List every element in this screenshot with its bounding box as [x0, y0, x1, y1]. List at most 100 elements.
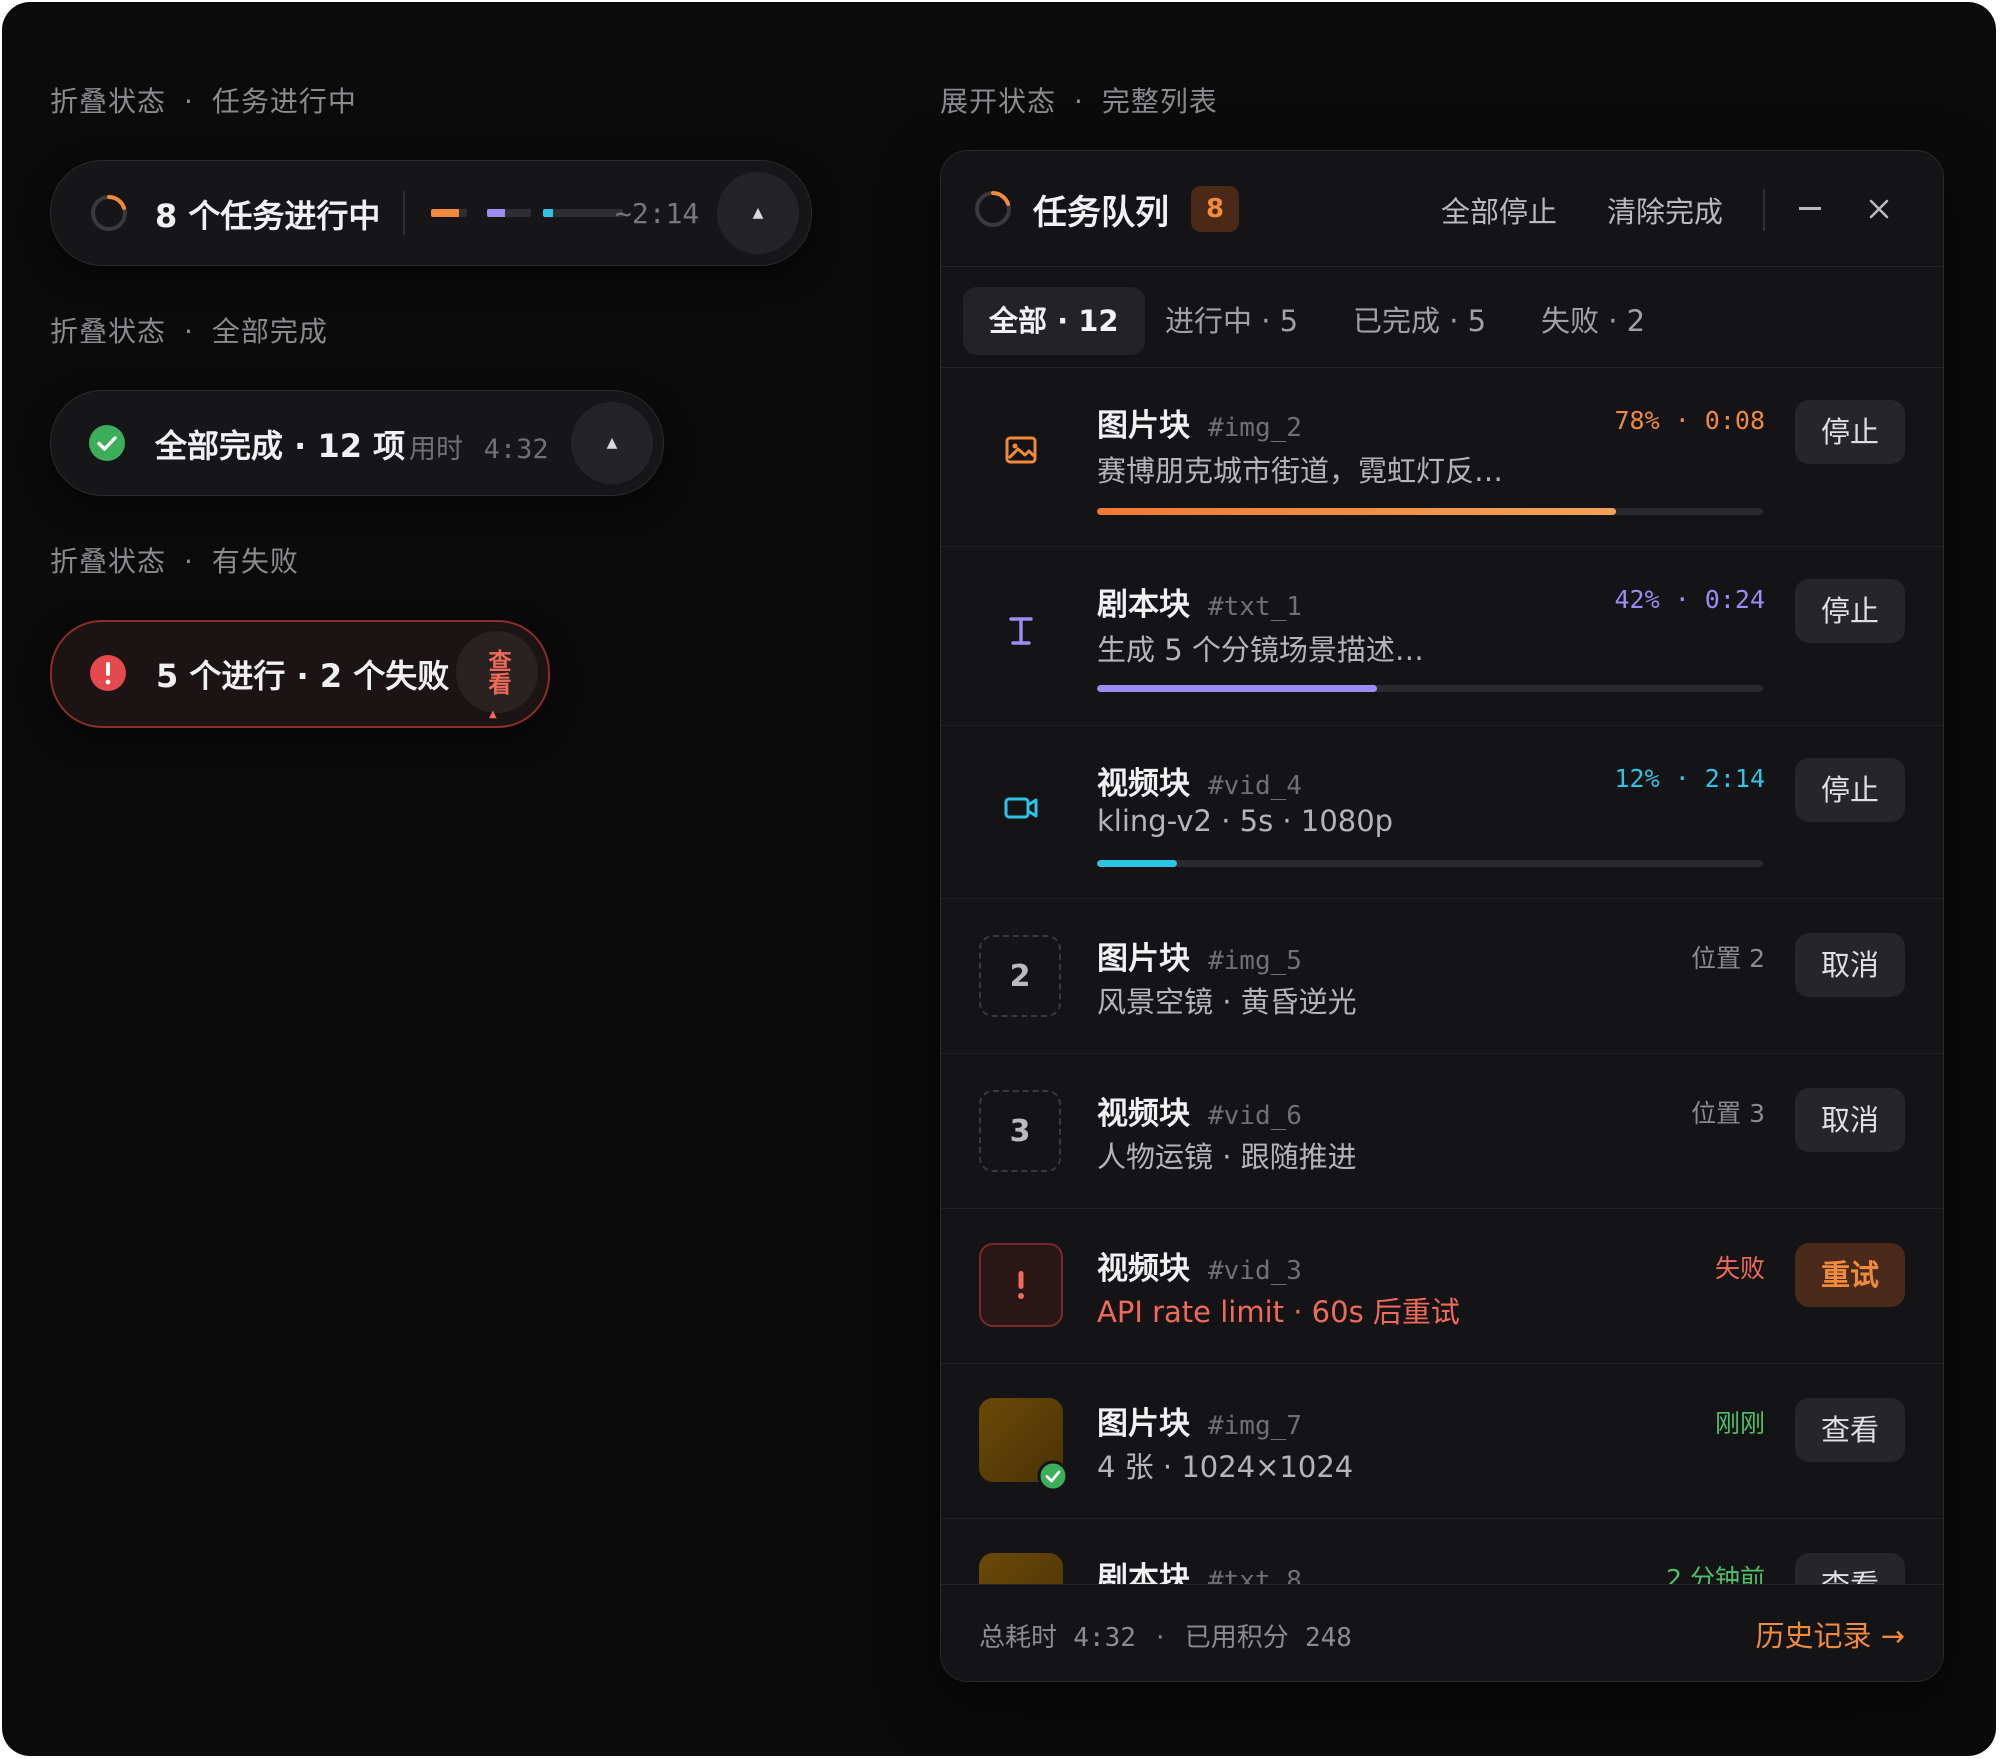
task-type: 图片块 — [1097, 941, 1190, 977]
retry-button[interactable]: 重试 — [1795, 1243, 1905, 1307]
mini-progress-image — [431, 209, 467, 217]
task-description: 4 张 · 1024×1024 — [1097, 1450, 1354, 1484]
view-label: 查看 — [484, 649, 510, 695]
section-label-failed: 折叠状态 · 有失败 — [50, 545, 299, 578]
task-description: 赛博朋克城市街道，霓虹灯反… — [1097, 454, 1504, 488]
queue-position-label: 位置 3 — [1691, 1099, 1765, 1128]
task-description: 风景空镜 · 黄昏逆光 — [1097, 985, 1357, 1019]
task-type: 图片块 — [1097, 1406, 1190, 1442]
tab-failed[interactable]: 失败 · 2 — [1515, 287, 1671, 355]
section-label-expanded: 展开状态 · 完整列表 — [940, 85, 1218, 118]
image-icon — [1005, 436, 1037, 464]
task-title: 图片块 #img_2 — [1097, 400, 1302, 445]
task-id: #vid_6 — [1208, 1101, 1302, 1131]
mini-progress-text — [487, 209, 531, 217]
filter-tabs: 全部 · 12 进行中 · 5 已完成 · 5 失败 · 2 — [941, 267, 1943, 368]
task-row-vid-3: 视频块 #vid_3 API rate limit · 60s 后重试 失败 重试 — [941, 1209, 1943, 1364]
stop-all-button[interactable]: 全部停止 — [1441, 189, 1557, 231]
section-label-text: 折叠状态 — [50, 85, 167, 118]
section-label-text: 折叠状态 — [50, 545, 167, 578]
task-progress-status: 78% · 0:08 — [1614, 406, 1765, 435]
task-id: #vid_3 — [1208, 1256, 1302, 1286]
spinner-icon — [975, 191, 1011, 227]
task-title: 视频块 #vid_3 — [1097, 1243, 1302, 1288]
count-badge: 8 — [1191, 186, 1239, 232]
task-id: #img_2 — [1208, 413, 1302, 443]
tab-all[interactable]: 全部 · 12 — [963, 287, 1145, 355]
task-row-txt-1: 剧本块 #txt_1 生成 5 个分镜场景描述… 42% · 0:24 停止 — [941, 547, 1943, 726]
task-type: 视频块 — [1097, 766, 1190, 802]
error-circle-icon — [90, 655, 126, 691]
tab-running[interactable]: 进行中 · 5 — [1139, 287, 1324, 355]
failed-title: 5 个进行 · 2 个失败 — [156, 657, 450, 695]
stop-button[interactable]: 停止 — [1795, 758, 1905, 822]
progress-track — [1097, 508, 1763, 515]
exclamation-icon — [1018, 1271, 1024, 1299]
caret-up-icon: ▲ — [606, 435, 618, 451]
tab-completed[interactable]: 已完成 · 5 — [1327, 287, 1512, 355]
task-row-img-7: 图片块 #img_7 4 张 · 1024×1024 刚刚 查看 — [941, 1364, 1943, 1519]
close-icon[interactable] — [1867, 197, 1891, 221]
task-queue-panel: 任务队列 8 全部停止 清除完成 全部 · 12 进行中 · 5 已完成 · 5… — [940, 150, 1944, 1682]
stop-button[interactable]: 停止 — [1795, 579, 1905, 643]
section-label-text: 折叠状态 — [50, 315, 167, 348]
caret-up-icon: ▲ — [489, 709, 497, 720]
history-link[interactable]: 历史记录 → — [1755, 1613, 1905, 1655]
section-state-text: 有失败 — [211, 545, 299, 578]
task-description: 人物运镜 · 跟随推进 — [1097, 1140, 1357, 1174]
panel-footer: 总耗时 4:32 · 已用积分 248 历史记录 → — [941, 1584, 1943, 1681]
task-row-vid-6: 3 视频块 #vid_6 人物运镜 · 跟随推进 位置 3 取消 — [941, 1054, 1943, 1209]
elapsed-text: 用时 4:32 — [409, 427, 549, 466]
task-title: 剧本块 #txt_1 — [1097, 579, 1302, 624]
task-id: #img_5 — [1208, 946, 1302, 976]
check-circle-icon — [89, 425, 125, 461]
task-type: 图片块 — [1097, 408, 1190, 444]
task-title: 视频块 #vid_6 — [1097, 1088, 1302, 1133]
view-button[interactable]: 查看 — [1795, 1398, 1905, 1462]
task-title: 图片块 #img_7 — [1097, 1398, 1302, 1443]
collapsed-done-pill[interactable]: 全部完成 · 12 项 用时 4:32 ▲ — [50, 390, 664, 496]
task-row-vid-4: 视频块 #vid_4 kling-v2 · 5s · 1080p 12% · 2:… — [941, 726, 1943, 899]
progress-track — [1097, 685, 1763, 692]
collapsed-running-pill[interactable]: 8 个任务进行中 ~2:14 ▲ — [50, 160, 812, 266]
app-canvas: 折叠状态 · 任务进行中 8 个任务进行中 ~2:14 ▲ 折叠状态 · 全部完成 全部… — [2, 2, 1996, 1756]
collapsed-failed-pill[interactable]: 5 个进行 · 2 个失败 查看 ▲ — [50, 620, 550, 728]
task-description: kling-v2 · 5s · 1080p — [1097, 804, 1394, 838]
progress-track — [1097, 860, 1763, 867]
expand-button[interactable]: ▲ — [717, 172, 799, 254]
task-id: #txt_1 — [1208, 592, 1302, 622]
total-time-value: 4:32 — [1073, 1623, 1136, 1653]
panel-title: 任务队列 — [1033, 193, 1169, 233]
running-count-label: 8 个任务进行中 — [155, 197, 381, 235]
task-id: #img_7 — [1208, 1411, 1302, 1441]
section-label-running: 折叠状态 · 任务进行中 — [50, 85, 357, 118]
minimize-icon[interactable] — [1799, 207, 1821, 210]
task-title: 图片块 #img_5 — [1097, 933, 1302, 978]
spinner-icon — [91, 195, 127, 231]
completed-time: 刚刚 — [1714, 1409, 1765, 1438]
task-type: 剧本块 — [1097, 587, 1190, 623]
task-id: #vid_4 — [1208, 771, 1302, 801]
clear-done-button[interactable]: 清除完成 — [1607, 189, 1723, 231]
queue-position-label: 位置 2 — [1691, 944, 1765, 973]
view-failed-button[interactable]: 查看 — [456, 631, 538, 713]
task-type: 视频块 — [1097, 1096, 1190, 1132]
credits-label: 已用积分 — [1184, 1623, 1289, 1653]
caret-up-icon: ▲ — [752, 205, 764, 221]
queue-position-box: 2 — [979, 935, 1061, 1017]
section-label-done: 折叠状态 · 全部完成 — [50, 315, 328, 348]
queue-position-box: 3 — [979, 1090, 1061, 1172]
cancel-button[interactable]: 取消 — [1795, 933, 1905, 997]
section-label-text: 展开状态 — [940, 85, 1057, 118]
done-title: 全部完成 · 12 项 — [155, 427, 406, 465]
section-state-text: 任务进行中 — [211, 85, 357, 118]
task-title: 视频块 #vid_4 — [1097, 758, 1302, 803]
expand-button[interactable]: ▲ — [571, 402, 653, 484]
cancel-button[interactable]: 取消 — [1795, 1088, 1905, 1152]
task-type: 视频块 — [1097, 1251, 1190, 1287]
footer-stats: 总耗时 4:32 · 已用积分 248 — [979, 1623, 1352, 1653]
check-circle-icon — [1037, 1460, 1069, 1492]
task-progress-status: 12% · 2:14 — [1614, 764, 1765, 793]
progress-fill — [1097, 860, 1177, 867]
stop-button[interactable]: 停止 — [1795, 400, 1905, 464]
